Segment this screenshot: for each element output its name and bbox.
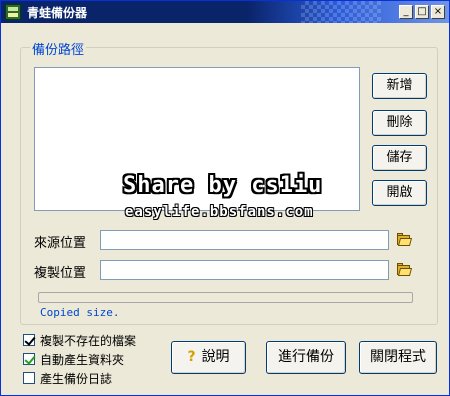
destination-folder-icon[interactable] — [395, 261, 413, 279]
main-window: 青蛙備份器 _ □ × 備份路徑 新增 刪除 儲存 開啟 來源位置 複製位置 C… — [0, 0, 450, 396]
source-label: 來源位置 — [34, 236, 87, 251]
option-auto-folder[interactable]: 自動產生資料夾 — [23, 351, 124, 367]
help-button-label: 說明 — [201, 349, 230, 365]
titlebar-decoration — [301, 1, 381, 23]
watermark-line-2: easylife.bbsfans.com — [125, 204, 314, 220]
destination-label: 複製位置 — [34, 266, 87, 281]
backup-log-label: 產生備份日誌 — [40, 371, 113, 386]
auto-folder-label: 自動產生資料夾 — [40, 352, 125, 367]
add-path-button[interactable]: 新增 — [372, 73, 427, 99]
backup-path-group-label: 備份路徑 — [30, 39, 87, 58]
title-bar[interactable]: 青蛙備份器 _ □ × — [1, 1, 449, 23]
source-input[interactable] — [100, 230, 389, 250]
open-path-button[interactable]: 開啟 — [372, 180, 427, 206]
close-window-button[interactable]: × — [431, 5, 445, 19]
copied-size-status: Copied size. — [40, 306, 120, 319]
close-program-button[interactable]: 關閉程式 — [359, 341, 437, 374]
option-copy-missing[interactable]: 複製不存在的檔案 — [23, 332, 136, 348]
app-icon — [5, 4, 21, 20]
run-backup-button[interactable]: 進行備份 — [266, 341, 346, 374]
window-title: 青蛙備份器 — [27, 6, 88, 20]
destination-input[interactable] — [100, 260, 389, 280]
copy-missing-checkbox[interactable] — [23, 334, 35, 346]
save-path-button[interactable]: 儲存 — [372, 145, 427, 171]
option-backup-log[interactable]: 產生備份日誌 — [23, 370, 112, 386]
backup-log-checkbox[interactable] — [23, 372, 35, 384]
copy-progress-bar — [38, 292, 413, 303]
help-icon: ? — [187, 349, 196, 365]
copy-missing-label: 複製不存在的檔案 — [40, 333, 137, 348]
delete-path-button[interactable]: 刪除 — [372, 110, 427, 136]
watermark-line-1: Share by cs1iu — [123, 173, 323, 198]
minimize-button[interactable]: _ — [399, 5, 413, 19]
help-button[interactable]: ? 說明 — [171, 341, 246, 374]
maximize-button[interactable]: □ — [415, 5, 429, 19]
source-folder-icon[interactable] — [395, 231, 413, 249]
auto-folder-checkbox[interactable] — [23, 353, 35, 365]
